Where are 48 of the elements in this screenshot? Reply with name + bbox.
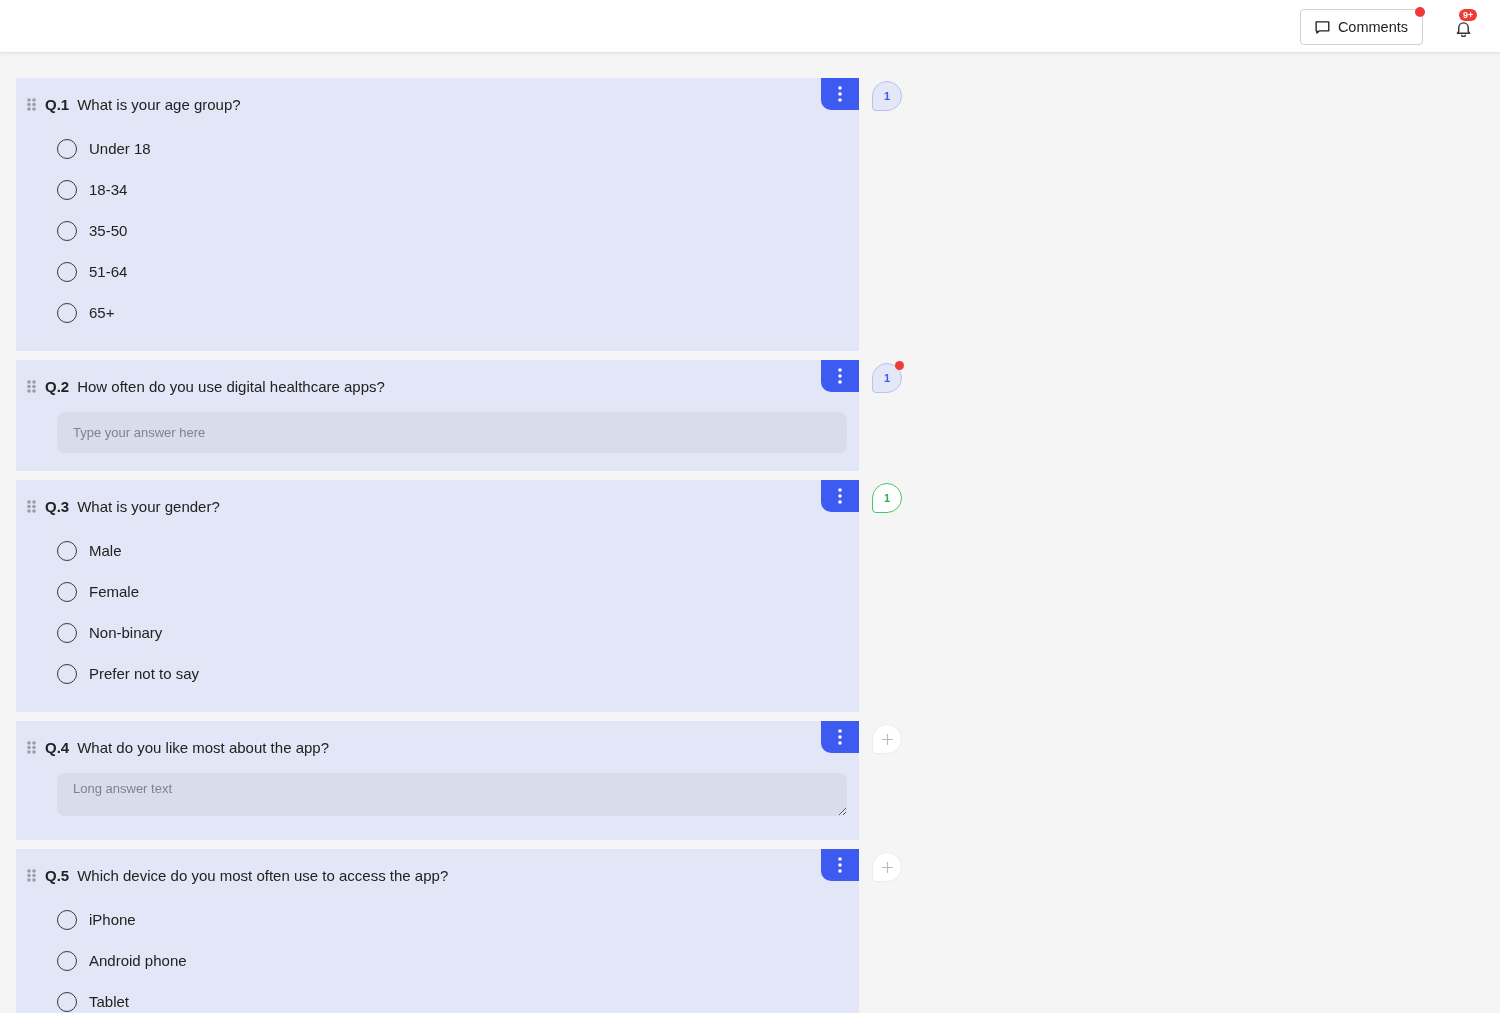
option-label[interactable]: iPhone: [89, 911, 136, 928]
option-label[interactable]: 18-34: [89, 181, 128, 198]
question-number: Q.1: [45, 95, 70, 113]
option-label[interactable]: Female: [89, 583, 140, 600]
question-menu-button[interactable]: [821, 721, 859, 753]
question-text: Which device do you most often use to access the app?: [77, 866, 449, 884]
question-number: Q.3: [45, 497, 70, 515]
unread-dot: [895, 361, 904, 370]
option-label[interactable]: 51-64: [89, 263, 128, 280]
drag-handle-icon[interactable]: [27, 97, 36, 111]
notification-badge: 9+: [1459, 9, 1478, 21]
plus-icon: [881, 861, 893, 873]
question-menu-button[interactable]: [821, 360, 859, 392]
plus-icon: [881, 733, 893, 745]
option-label[interactable]: Prefer not to say: [89, 665, 200, 682]
comments-button[interactable]: Comments: [1300, 9, 1423, 45]
more-icon: [838, 86, 842, 102]
question-number: Q.4: [45, 738, 70, 756]
question-text: What do you like most about the app?: [77, 738, 329, 756]
option-label[interactable]: 65+: [89, 304, 115, 321]
drag-handle-icon[interactable]: [27, 868, 36, 882]
drag-handle-icon[interactable]: [27, 740, 36, 754]
option-label[interactable]: Tablet: [89, 993, 130, 1010]
chat-icon: [1315, 18, 1330, 36]
bell-icon: [1455, 20, 1472, 37]
question-menu-button[interactable]: [821, 480, 859, 512]
more-icon: [838, 488, 842, 504]
drag-handle-icon[interactable]: [27, 499, 36, 513]
option-label[interactable]: Android phone: [89, 952, 187, 969]
option-label[interactable]: Under 18: [89, 140, 151, 157]
option-label[interactable]: 35-50: [89, 222, 128, 239]
more-icon: [838, 368, 842, 384]
answer-field[interactable]: Type your answer here: [57, 412, 847, 453]
long-answer-field[interactable]: Long answer text: [57, 773, 847, 816]
option-label[interactable]: Non-binary: [89, 624, 163, 641]
comment-count-bubble[interactable]: 1: [872, 363, 902, 393]
option-label[interactable]: Male: [89, 542, 122, 559]
question-text: What is your gender?: [77, 497, 220, 515]
more-icon: [838, 857, 842, 873]
question-number: Q.5: [45, 866, 70, 884]
question-number: Q.2: [45, 377, 70, 395]
comment-count-bubble[interactable]: 1: [872, 81, 902, 111]
question-menu-button[interactable]: [821, 78, 859, 110]
more-icon: [838, 729, 842, 745]
question-menu-button[interactable]: [821, 849, 859, 881]
question-text: How often do you use digital healthcare apps?: [77, 377, 385, 395]
drag-handle-icon[interactable]: [27, 379, 36, 393]
question-text: What is your age group?: [77, 95, 241, 113]
